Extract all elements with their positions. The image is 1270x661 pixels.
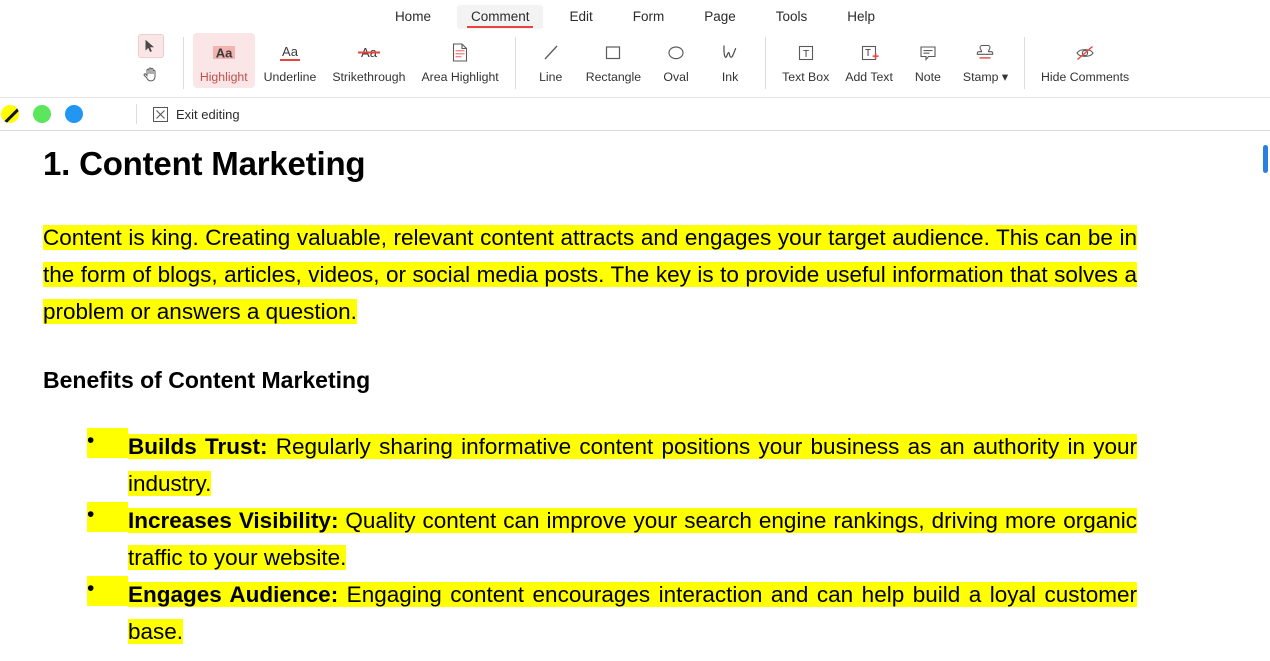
- tool-note[interactable]: Note: [902, 33, 954, 88]
- list-item: Increases Visibility: Quality content ca…: [87, 496, 1137, 576]
- ink-icon: [717, 38, 743, 68]
- menu-item-tools[interactable]: Tools: [762, 5, 822, 29]
- list-item: Builds Trust: Regularly sharing informat…: [87, 422, 1137, 502]
- menu-item-home[interactable]: Home: [381, 5, 445, 29]
- tool-stamp[interactable]: Stamp ▾: [956, 33, 1015, 88]
- strikethrough-aa-icon: Aa: [353, 38, 385, 68]
- options-separator: [136, 104, 137, 124]
- green-swatch[interactable]: [33, 105, 51, 123]
- selected-color-marker-icon: [2, 105, 19, 123]
- bullet-icon: [87, 422, 128, 459]
- benefits-list: Builds Trust: Regularly sharing informat…: [87, 422, 1137, 650]
- svg-text:Aa: Aa: [215, 46, 232, 61]
- tool-hide-comments[interactable]: Hide Comments: [1034, 33, 1136, 88]
- comment-ribbon: Aa Highlight Aa Underline Aa Strikethrou…: [0, 33, 1270, 97]
- highlight-aa-icon: Aa: [209, 38, 239, 68]
- tool-underline[interactable]: Aa Underline: [257, 33, 324, 88]
- menu-item-form[interactable]: Form: [619, 5, 679, 29]
- vertical-scrollbar-thumb[interactable]: [1263, 145, 1268, 173]
- tool-ink-label: Ink: [721, 70, 739, 84]
- line-icon: [538, 38, 564, 68]
- pdf-editor-window: Home Comment Edit Form Page Tools Help A…: [0, 0, 1270, 661]
- tool-text-box[interactable]: T Text Box: [775, 33, 836, 88]
- pan-tool-button[interactable]: [138, 62, 164, 86]
- tool-text-box-label: Text Box: [782, 70, 830, 84]
- list-item: Engages Audience: Engaging content encou…: [87, 570, 1137, 650]
- tool-note-label: Note: [914, 70, 941, 84]
- svg-text:T: T: [865, 48, 871, 59]
- tool-stamp-label: Stamp ▾: [962, 70, 1009, 84]
- tool-area-highlight-label: Area Highlight: [421, 70, 499, 84]
- svg-text:Aa: Aa: [282, 44, 299, 59]
- menu-item-page[interactable]: Page: [690, 5, 750, 29]
- list-item-term: Builds Trust:: [128, 434, 268, 459]
- tool-line-label: Line: [539, 70, 563, 84]
- pdf-page-viewport[interactable]: 1. Content Marketing Content is king. Cr…: [0, 132, 1270, 661]
- ribbon-separator-2: [514, 37, 516, 89]
- ribbon-separator-1: [182, 37, 184, 89]
- tool-line[interactable]: Line: [525, 33, 577, 88]
- hide-comments-eye-icon: [1071, 38, 1099, 68]
- selection-tool-stack: [133, 33, 169, 90]
- bullet-icon: [87, 496, 128, 533]
- menu-item-edit[interactable]: Edit: [555, 5, 606, 29]
- tool-area-highlight[interactable]: Area Highlight: [414, 33, 505, 88]
- list-item-term: Increases Visibility:: [128, 508, 339, 533]
- oval-icon: [663, 38, 689, 68]
- hand-pan-icon: [143, 67, 156, 82]
- tool-strikethrough-label: Strikethrough: [332, 70, 406, 84]
- svg-text:T: T: [803, 49, 809, 60]
- note-icon: [915, 38, 941, 68]
- list-item-term: Engages Audience:: [128, 582, 339, 607]
- tool-ink[interactable]: Ink: [704, 33, 756, 88]
- area-highlight-page-icon: [447, 38, 473, 68]
- menu-item-comment[interactable]: Comment: [456, 4, 544, 29]
- highlighted-text: Content is king. Creating valuable, rele…: [43, 225, 1137, 324]
- tool-add-text[interactable]: T Add Text: [838, 33, 900, 88]
- color-wheel-swatch[interactable]: [97, 105, 115, 123]
- underline-aa-icon: Aa: [275, 38, 305, 68]
- exit-editing-label: Exit editing: [176, 106, 240, 122]
- annotation-options-bar: Exit editing: [0, 97, 1270, 131]
- main-menu-bar: Home Comment Edit Form Page Tools Help: [0, 0, 1270, 33]
- ribbon-separator-4: [1024, 37, 1026, 89]
- text-box-icon: T: [793, 38, 819, 68]
- tool-add-text-label: Add Text: [845, 70, 893, 84]
- ribbon-separator-3: [765, 37, 767, 89]
- menu-item-help[interactable]: Help: [833, 5, 889, 29]
- blue-swatch[interactable]: [65, 105, 83, 123]
- bullet-icon: [87, 570, 128, 607]
- stamp-icon: [972, 38, 998, 68]
- tool-oval-label: Oval: [663, 70, 689, 84]
- tool-oval[interactable]: Oval: [650, 33, 702, 88]
- tool-rectangle-label: Rectangle: [585, 70, 642, 84]
- add-text-icon: T: [856, 38, 882, 68]
- tool-hide-comments-label: Hide Comments: [1041, 70, 1130, 84]
- list-item-text: Regularly sharing informative content po…: [128, 434, 1137, 496]
- page-title: 1. Content Marketing: [43, 145, 366, 182]
- exit-editing-button[interactable]: Exit editing: [153, 106, 240, 122]
- tool-underline-label: Underline: [263, 70, 317, 84]
- tool-highlight-label: Highlight: [199, 70, 248, 84]
- benefits-subheading: Benefits of Content Marketing: [43, 367, 371, 393]
- yellow-swatch[interactable]: [1, 105, 19, 123]
- close-x-icon: [153, 106, 168, 122]
- rectangle-icon: [600, 38, 626, 68]
- tool-rectangle[interactable]: Rectangle: [579, 33, 648, 88]
- tool-highlight[interactable]: Aa Highlight: [192, 33, 255, 88]
- select-tool-button[interactable]: [137, 34, 164, 58]
- cursor-arrow-icon: [145, 39, 155, 52]
- color-swatch-group: [0, 105, 122, 123]
- chevron-down-icon: ▾: [998, 70, 1009, 84]
- intro-paragraph: Content is king. Creating valuable, rele…: [43, 219, 1137, 330]
- tool-strikethrough[interactable]: Aa Strikethrough: [325, 33, 412, 88]
